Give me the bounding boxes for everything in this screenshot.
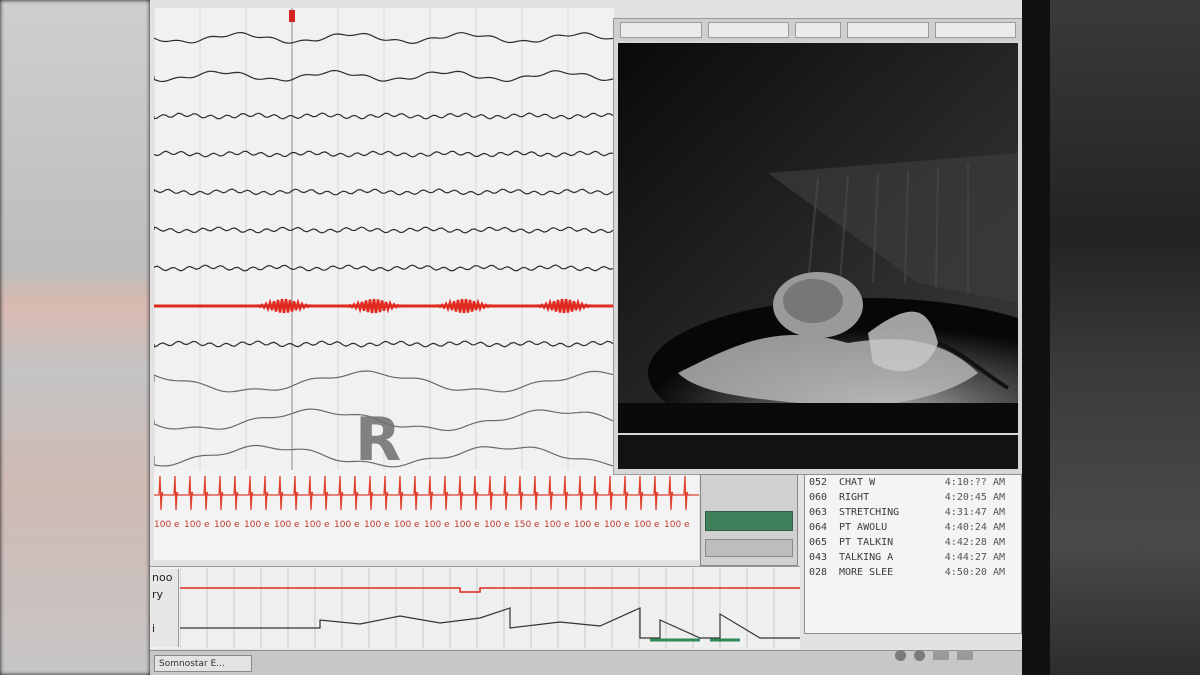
hypnogram-label: ry [152,588,164,601]
event-row[interactable]: 063 STRETCHING 4:31:47 AM [805,505,1021,520]
event-cell: RIGHT [839,492,870,503]
sleeping-patient-image [618,43,1018,433]
network-icon[interactable] [914,649,925,661]
video-tool-button-3[interactable] [795,22,841,38]
event-cell: 052 [809,477,828,488]
sleep-stage-label: R [355,405,402,475]
ecg-tick-label: 100 e [664,520,690,530]
event-row[interactable]: 064 PT AWOLU 4:40:24 AM [805,520,1021,535]
video-tool-button-1[interactable] [620,22,702,38]
event-cell: STRETCHING [839,507,900,518]
video-tool-button-2[interactable] [707,22,789,38]
event-row[interactable]: 065 PT TALKIN 4:42:28 AM [805,535,1021,550]
blurred-background-right [1050,0,1200,675]
event-cell: 028 [809,567,828,578]
event-row[interactable]: 052 CHAT W 4:10:?? AM [805,475,1021,490]
ecg-tick-label: 100 e [334,520,360,530]
event-control-panel [700,474,798,566]
ecg-tick-label: 100 e [424,520,450,530]
emg-burst [533,298,595,314]
ecg-tick-label: 100 e [604,520,630,530]
eeg-trace-panel[interactable] [153,8,614,470]
hypnogram-labels: noo ry i [150,569,179,647]
eeg-traces [153,8,614,470]
ecg-tick-label: 100 e [214,520,240,530]
event-cell: 4:10:?? AM [944,477,1005,488]
ecg-tick-label: 100 e [154,520,180,530]
ecg-tick-labels: 100 e 100 e 100 e 100 e 100 e 100 e 100 e 100 e… [154,520,699,534]
monitor-bezel [1022,0,1050,675]
ecg-strip: 100 e 100 e 100 e 100 e 100 e 100 e 100 e 100 e… [154,470,699,560]
event-clear-button[interactable] [705,539,793,557]
event-cell: TALKING A [839,552,894,563]
event-cell: CHAT W [839,477,876,488]
ecg-tick-label: 100 e [364,520,390,530]
ecg-trace [154,475,699,511]
emg-burst [253,298,315,314]
ecg-tick-label: 100 e [184,520,210,530]
event-cell: 064 [809,522,828,533]
hypnogram-marker-line [180,587,800,593]
event-log-list[interactable]: 052 CHAT W 4:10:?? AM 060 RIGHT 4:20:45 AM 063… [804,474,1022,634]
event-cell: 043 [809,552,828,563]
hypnogram-line [180,607,800,639]
ecg-tick-label: 100 e [304,520,330,530]
event-row[interactable]: 060 RIGHT 4:20:45 AM [805,490,1021,505]
ecg-tick-label: 100 e [574,520,600,530]
video-tool-button-4[interactable] [847,22,929,38]
event-cell: 4:44:27 AM [944,552,1005,563]
blurred-background-left [0,0,150,675]
time-marker [289,10,295,22]
emg-burst [343,298,405,314]
event-cell: 063 [809,507,828,518]
hypnogram-label: i [152,622,156,635]
monitor-screen: R 100 e 100 e 100 e 100 e 100 e 100 e 100 e 100… [150,0,1022,675]
ecg-tick-label: 100 e [484,520,510,530]
event-cell: PT TALKIN [839,537,894,548]
event-row[interactable]: 028 MORE SLEE 4:50:20 AM [805,565,1021,580]
event-cell: 065 [809,537,828,548]
emg-burst [433,298,495,314]
event-cell: MORE SLEE [839,567,894,578]
ecg-tick-label: 100 e [394,520,420,530]
video-window[interactable] [613,18,1022,475]
taskbar: Somnostar E... [150,650,1022,675]
event-cell: 4:31:47 AM [944,507,1005,518]
event-cell: 4:42:28 AM [944,537,1005,548]
infrared-video-frame [618,43,1018,433]
video-toolbar [614,19,1022,41]
hypnogram-panel[interactable]: noo ry i [150,566,800,649]
event-record-button[interactable] [705,511,793,531]
ecg-tick-label: 100 e [454,520,480,530]
clock-icon[interactable] [933,650,949,660]
video-status-bar [618,435,1018,469]
speaker-icon[interactable] [895,649,906,661]
taskbar-app-button[interactable]: Somnostar E... [154,655,252,672]
video-tool-button-5[interactable] [934,22,1016,38]
event-cell: 060 [809,492,828,503]
system-tray [895,646,1017,664]
ecg-waveform [154,475,699,511]
event-cell: 4:50:20 AM [944,567,1005,578]
tray-icon[interactable] [957,650,973,660]
ecg-tick-label: 100 e [544,520,570,530]
ecg-tick-label: 150 e [514,520,540,530]
event-cell: PT AWOLU [839,522,888,533]
hypnogram-label [150,603,178,620]
event-row[interactable]: 043 TALKING A 4:44:27 AM [805,550,1021,565]
hypnogram-graph [180,568,800,648]
event-cell: 4:20:45 AM [944,492,1005,503]
hypnogram-label: noo [152,571,173,584]
ecg-tick-label: 100 e [274,520,300,530]
ecg-tick-label: 100 e [634,520,660,530]
ecg-tick-label: 100 e [244,520,270,530]
event-cell: 4:40:24 AM [944,522,1005,533]
